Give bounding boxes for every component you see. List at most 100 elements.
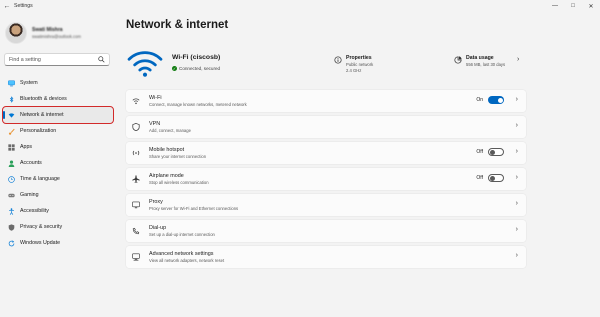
hotspot-toggle[interactable] xyxy=(488,148,504,156)
wifi-toggle[interactable] xyxy=(488,96,504,104)
window-controls: — □ ✕ xyxy=(546,0,600,12)
card-proxy[interactable]: Proxy Proxy server for Wi-Fi and Etherne… xyxy=(126,194,526,216)
data-usage-icon xyxy=(454,56,462,64)
card-dial-up[interactable]: Dial-up Set up a dial-up internet connec… xyxy=(126,220,526,242)
card-title: Dial-up xyxy=(149,225,167,231)
sidebar-item-system[interactable]: System xyxy=(3,75,113,91)
properties-link[interactable]: Properties Public network 2.4 GHz xyxy=(334,55,373,73)
sidebar-item-bluetooth[interactable]: Bluetooth & devices xyxy=(3,91,113,107)
wifi-icon xyxy=(132,98,140,105)
card-mobile-hotspot[interactable]: Mobile hotspot Share your internet conne… xyxy=(126,142,526,164)
card-subtitle: Set up a dial-up internet connection xyxy=(149,232,215,237)
monitor-network-icon xyxy=(132,253,140,261)
page-title: Network & internet xyxy=(126,19,229,31)
card-subtitle: Stop all wireless communication xyxy=(149,180,209,185)
chevron-right-icon[interactable]: › xyxy=(516,122,518,129)
sidebar-item-apps[interactable]: Apps xyxy=(3,139,113,155)
vpn-shield-icon xyxy=(132,123,140,131)
data-usage-title: Data usage xyxy=(466,55,494,61)
card-title: VPN xyxy=(149,121,161,127)
profile-email: swatimishra@outlook.com xyxy=(32,34,81,39)
brush-icon xyxy=(8,128,15,135)
sidebar-item-accessibility[interactable]: Accessibility xyxy=(3,203,113,219)
sidebar-nav: System Bluetooth & devices Network & int… xyxy=(2,75,114,251)
chevron-right-icon[interactable]: › xyxy=(516,252,518,259)
card-advanced-network-settings[interactable]: Advanced network settings View all netwo… xyxy=(126,246,526,268)
sidebar-item-label: Gaming xyxy=(20,192,39,198)
sidebar-item-label: Personalization xyxy=(20,128,57,134)
refresh-icon xyxy=(8,239,15,247)
hotspot-icon xyxy=(132,150,140,156)
user-profile[interactable]: Swati Mishra swatimishra@outlook.com xyxy=(5,18,115,48)
search-icon xyxy=(98,56,105,63)
properties-icon xyxy=(334,56,342,64)
sidebar-item-gaming[interactable]: Gaming xyxy=(3,187,113,203)
card-title: Wi-Fi xyxy=(149,95,162,101)
sidebar-item-time-language[interactable]: Time & language xyxy=(3,171,113,187)
sidebar-item-accounts[interactable]: Accounts xyxy=(3,155,113,171)
card-vpn[interactable]: VPN Add, connect, manage › xyxy=(126,116,526,138)
title-bar: ← Settings xyxy=(0,0,600,12)
sidebar-item-label: Accessibility xyxy=(20,208,49,214)
card-title: Airplane mode xyxy=(149,173,184,179)
connection-header: Wi-Fi (ciscosb) ✓ Connected, secured Pro… xyxy=(126,42,526,82)
chevron-right-icon[interactable]: › xyxy=(516,200,518,207)
back-arrow-icon[interactable]: ← xyxy=(0,3,14,10)
avatar xyxy=(5,22,27,44)
toggle-label: Off xyxy=(476,149,483,155)
properties-title: Properties xyxy=(346,55,372,61)
toggle-label: Off xyxy=(476,175,483,181)
toggle-label: On xyxy=(476,97,483,103)
minimize-button[interactable]: — xyxy=(546,0,564,12)
card-title: Mobile hotspot xyxy=(149,147,185,153)
properties-line2: 2.4 GHz xyxy=(346,68,362,73)
sidebar-item-network[interactable]: Network & internet xyxy=(2,106,114,124)
maximize-button[interactable]: □ xyxy=(564,0,582,12)
accessibility-icon xyxy=(8,207,15,215)
wifi-large-icon xyxy=(127,51,163,77)
search-input[interactable]: Find a setting xyxy=(4,53,110,66)
sidebar-item-label: System xyxy=(20,80,38,86)
dialup-icon xyxy=(132,227,140,235)
card-subtitle: Proxy server for Wi-Fi and Ethernet conn… xyxy=(149,206,239,211)
data-usage-link[interactable]: Data usage 556 MB, last 30 days xyxy=(454,55,505,67)
card-subtitle: View all network adapters, network reset xyxy=(149,258,225,263)
settings-list: Wi-Fi Connect, manage known networks, me… xyxy=(126,90,526,272)
chevron-right-icon[interactable]: › xyxy=(516,148,518,155)
chevron-right-icon[interactable]: › xyxy=(516,174,518,181)
sidebar-item-label: Bluetooth & devices xyxy=(20,96,67,102)
card-wifi[interactable]: Wi-Fi Connect, manage known networks, me… xyxy=(126,90,526,112)
sidebar-item-label: Network & internet xyxy=(20,112,64,118)
connection-status: ✓ Connected, secured xyxy=(172,66,220,71)
bluetooth-icon xyxy=(8,95,15,103)
proxy-icon xyxy=(132,201,140,209)
card-subtitle: Share your internet connection xyxy=(149,154,207,159)
chevron-right-icon[interactable]: › xyxy=(516,226,518,233)
close-button[interactable]: ✕ xyxy=(582,0,600,12)
profile-name: Swati Mishra xyxy=(32,27,63,33)
checkmark-icon: ✓ xyxy=(172,66,177,71)
sidebar-item-label: Accounts xyxy=(20,160,42,166)
chevron-right-icon[interactable]: › xyxy=(517,56,519,63)
main-content: Network & internet Wi-Fi (ciscosb) ✓ Con… xyxy=(126,12,596,317)
properties-line1: Public network xyxy=(346,62,374,67)
airplane-toggle[interactable] xyxy=(488,174,504,182)
data-usage-value: 556 MB, last 30 days xyxy=(466,62,506,67)
monitor-icon xyxy=(8,79,15,87)
connection-name: Wi-Fi (ciscosb) xyxy=(172,54,221,61)
gamepad-icon xyxy=(8,192,15,199)
search-placeholder: Find a setting xyxy=(9,56,41,63)
chevron-right-icon[interactable]: › xyxy=(516,96,518,103)
airplane-icon xyxy=(132,175,140,183)
sidebar-item-personalization[interactable]: Personalization xyxy=(3,123,113,139)
sidebar: Swati Mishra swatimishra@outlook.com Fin… xyxy=(0,12,117,317)
sidebar-item-privacy[interactable]: Privacy & security xyxy=(3,219,113,235)
card-airplane-mode[interactable]: Airplane mode Stop all wireless communic… xyxy=(126,168,526,190)
apps-icon xyxy=(8,143,15,151)
sidebar-item-windows-update[interactable]: Windows Update xyxy=(3,235,113,251)
card-title: Advanced network settings xyxy=(149,251,214,257)
connection-status-text: Connected, secured xyxy=(179,66,221,71)
sidebar-item-label: Time & language xyxy=(20,176,60,182)
sidebar-item-label: Windows Update xyxy=(20,240,61,246)
globe-clock-icon xyxy=(8,175,15,183)
